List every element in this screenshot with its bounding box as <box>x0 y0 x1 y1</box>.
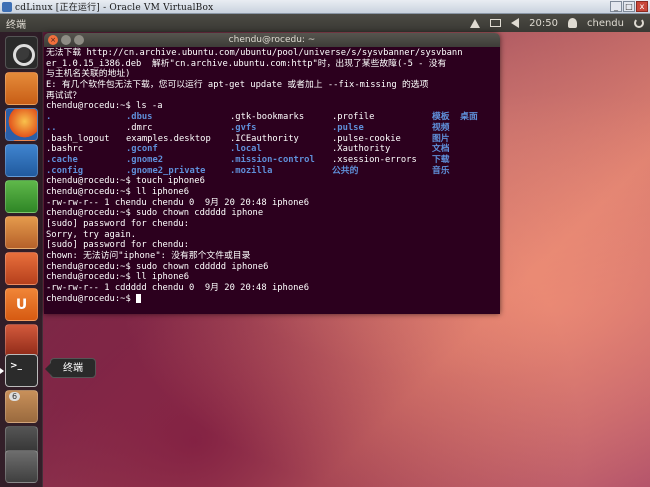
software-center-icon[interactable] <box>5 252 38 285</box>
terminal-titlebar[interactable]: × chendu@rocedu: ~ <box>44 33 500 47</box>
power-icon[interactable] <box>634 18 644 28</box>
vbox-window-controls: _ □ x <box>610 1 648 12</box>
ls-entry: .dmrc <box>126 122 153 133</box>
ls-entry: examples.desktop <box>126 133 211 144</box>
libreoffice-calc-icon[interactable] <box>5 180 38 213</box>
terminal-title: chendu@rocedu: ~ <box>228 35 316 45</box>
terminal-maximize-button[interactable] <box>74 35 84 45</box>
ls-entry: 模板 桌面 <box>432 112 478 123</box>
clock[interactable]: 20:50 <box>529 18 558 29</box>
ls-row: .cache .gnome2 .mission-control .xsession-e… <box>46 155 498 166</box>
ls-entry: 文档 <box>432 144 450 155</box>
user-icon[interactable] <box>567 18 577 28</box>
terminal-line: chendu@rocedu:~$ sudo chown cddddd iphon… <box>46 261 269 272</box>
ls-entry: .xsession-errors <box>332 154 417 165</box>
ls-entry: .bashrc <box>46 144 84 155</box>
ls-entry: 视频 <box>432 122 450 133</box>
ls-entry: .profile <box>332 112 375 123</box>
terminal-line: chendu@rocedu:~$ sudo chown cddddd iphon… <box>46 208 264 219</box>
terminal-line: Sorry, try again. <box>46 229 137 240</box>
workspace-switcher-icon[interactable]: 6 <box>5 390 38 423</box>
system-settings-icon[interactable] <box>5 324 38 357</box>
vbox-window-title: cdLinux [正在运行] - Oracle VM VirtualBox <box>15 3 214 13</box>
terminal-prompt: chendu@rocedu:~$ <box>46 293 137 304</box>
launcher-tooltip: 终端 <box>45 358 96 378</box>
messaging-icon[interactable] <box>490 19 502 27</box>
ls-entry: .bash_logout <box>46 133 110 144</box>
terminal-line: chendu@rocedu:~$ ls -a <box>46 101 163 112</box>
home-folder-icon[interactable] <box>5 72 38 105</box>
terminal-line: er_1.0.15_i386.deb 解析"cn.archive.ubuntu.… <box>46 58 447 69</box>
terminal-line: 再试试？ <box>46 90 82 101</box>
terminal-line: 与主机名关联的地址) <box>46 69 131 80</box>
terminal-prompt-line: chendu@rocedu:~$ <box>46 293 498 305</box>
top-panel: 终端 20:50 chendu <box>0 14 650 32</box>
ls-row: .config .gnome2_private .mozilla 公共的 音乐 <box>46 166 498 177</box>
ls-entry: .dbus <box>126 112 153 123</box>
terminal-line: chendu@rocedu:~$ ll iphone6 <box>46 186 189 197</box>
ls-entry: .. <box>46 122 57 133</box>
workspace-badge: 6 <box>9 392 21 401</box>
terminal-line: 无法下载 http://cn.archive.ubuntu.com/ubuntu… <box>46 48 463 58</box>
network-icon[interactable] <box>470 18 481 28</box>
virtualbox-icon <box>2 1 12 12</box>
terminal-window[interactable]: × chendu@rocedu: ~ 无法下载 http://cn.archiv… <box>44 33 500 314</box>
running-indicator-icon <box>0 368 4 374</box>
terminal-line: -rw-rw-r-- 1 cddddd chendu 0 9月 20 20:48… <box>46 283 310 294</box>
terminal-close-button[interactable]: × <box>48 35 58 45</box>
ls-row: . .dbus .gtk-bookmarks .profile 模板 桌面 <box>46 112 498 123</box>
trash-icon[interactable] <box>5 450 38 483</box>
ls-entry: .gconf <box>126 144 158 155</box>
terminal-line: chown: 无法访问"iphone": 没有那个文件或目录 <box>46 251 251 262</box>
ls-entry: .gnome2_private <box>126 165 206 176</box>
ls-entry: 图片 <box>432 133 450 144</box>
system-tray: 20:50 chendu <box>470 18 644 29</box>
terminal-minimize-button[interactable] <box>61 35 71 45</box>
terminal-cursor <box>136 293 142 303</box>
ls-entry: .Xauthority <box>332 144 391 155</box>
ls-entry: .pulse-cookie <box>332 133 401 144</box>
ls-entry: 公共的 <box>332 165 359 176</box>
ubuntu-one-glyph: U <box>15 296 28 313</box>
ls-entry: .ICEauthority <box>230 133 299 144</box>
terminal-prompt-glyph: >_ <box>10 361 23 371</box>
ls-entry: .pulse <box>332 122 364 133</box>
ls-entry: .gnome2 <box>126 154 164 165</box>
ls-entry: .cache <box>46 154 78 165</box>
terminal-line: chendu@rocedu:~$ ll iphone6 <box>46 272 189 283</box>
terminal-line: E: 有几个软件包无法下载，您可以运行 apt-get update 或者加上 … <box>46 80 429 91</box>
ls-entry: .mission-control <box>230 154 315 165</box>
user-name[interactable]: chendu <box>587 18 624 29</box>
volume-icon[interactable] <box>511 18 520 28</box>
terminal-line: [sudo] password for chendu: <box>46 219 189 229</box>
ls-entry: .gtk-bookmarks <box>230 112 305 123</box>
terminal-line: -rw-rw-r-- 1 chendu chendu 0 9月 20 20:48… <box>46 197 310 208</box>
ls-row: .bash_logout examples.desktop .ICEauthorit… <box>46 134 498 145</box>
active-window-title: 终端 <box>6 19 26 31</box>
ls-row: .. .dmrc .gvfs .pulse 视频 <box>46 123 498 134</box>
firefox-icon[interactable] <box>5 108 38 141</box>
ls-entry: .gvfs <box>230 122 257 133</box>
vbox-close-button[interactable]: x <box>636 1 648 12</box>
ls-entry: 音乐 <box>432 165 450 176</box>
vbox-maximize-button[interactable]: □ <box>623 1 635 12</box>
ls-entry: . <box>46 112 52 123</box>
terminal-launcher-icon[interactable]: >_ <box>5 354 38 387</box>
ls-entry: .local <box>230 144 262 155</box>
terminal-line: chendu@rocedu:~$ touch iphone6 <box>46 176 205 187</box>
terminal-output[interactable]: 无法下载 http://cn.archive.ubuntu.com/ubuntu… <box>44 47 500 314</box>
terminal-line: [sudo] password for chendu: <box>46 240 189 251</box>
launcher: U >_ 6 <box>0 32 43 487</box>
terminal-window-controls: × <box>48 35 84 45</box>
vbox-titlebar: cdLinux [正在运行] - Oracle VM VirtualBox _ … <box>0 0 650 14</box>
ls-entry: 下载 <box>432 154 450 165</box>
ubuntu-one-icon[interactable]: U <box>5 288 38 321</box>
dash-home-icon[interactable] <box>5 36 38 69</box>
ls-row: .bashrc .gconf .local .Xauthority 文档 <box>46 144 498 155</box>
ls-entry: .config <box>46 165 84 176</box>
ls-entry: .mozilla <box>230 165 273 176</box>
libreoffice-impress-icon[interactable] <box>5 216 38 249</box>
libreoffice-writer-icon[interactable] <box>5 144 38 177</box>
vbox-minimize-button[interactable]: _ <box>610 1 622 12</box>
